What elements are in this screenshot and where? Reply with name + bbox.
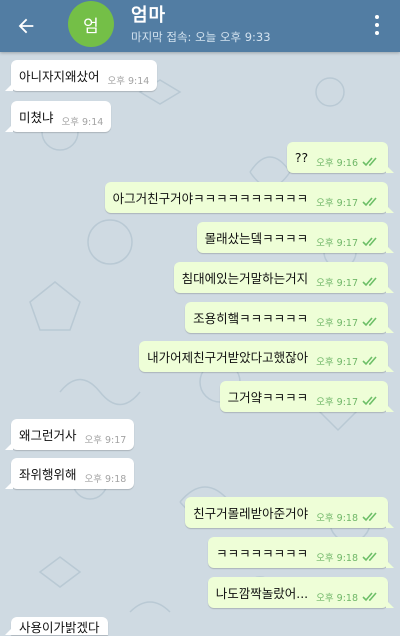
incoming-message[interactable]: 사용이가밝겠다 xyxy=(5,617,108,635)
message-text: 미쳤냐 xyxy=(19,110,54,125)
message-time: 오후 9:17 xyxy=(84,435,127,446)
message-text: ?? xyxy=(294,150,309,165)
message-text: 친구거몰레받아준거야 xyxy=(193,506,309,521)
double-check-icon xyxy=(362,196,380,207)
message-time: 오후 9:18 xyxy=(316,553,358,564)
message-time: 오후 9:16 xyxy=(316,158,358,169)
message-time: 오후 9:18 xyxy=(84,474,127,485)
back-button[interactable] xyxy=(8,8,44,44)
chat-header: 엄 엄마 마지막 접속: 오늘 오후 9:33 xyxy=(0,0,400,52)
message-text: 나도깜짝놀랐어... xyxy=(215,586,309,601)
message-time: 오후 9:17 xyxy=(316,278,358,289)
incoming-message[interactable]: 왜그런거사 오후 9:17 xyxy=(4,419,135,450)
message-text: 그거얔ㅋㅋㅋㅋ xyxy=(227,390,309,405)
more-menu-button[interactable] xyxy=(364,10,390,40)
outgoing-message[interactable]: 나도깜짝놀랐어... 오후 9:18 xyxy=(207,577,395,608)
outgoing-message[interactable]: 친구거몰레받아준거야 오후 9:18 xyxy=(185,497,394,528)
message-time: 오후 9:17 xyxy=(316,198,358,209)
message-text: 왜그런거사 xyxy=(19,428,77,443)
incoming-message[interactable]: 아니자지왜샀어 오후 9:14 xyxy=(4,60,158,91)
message-text: 내가어제친구거받았다고했잖아 xyxy=(147,350,309,365)
avatar-initial: 엄 xyxy=(83,16,99,37)
double-check-icon xyxy=(362,236,380,247)
outgoing-message[interactable]: 내가어제친구거받았다고했잖아 오후 9:17 xyxy=(139,341,394,372)
message-text: 좌위행위해 xyxy=(19,467,77,482)
outgoing-message[interactable]: ?? 오후 9:16 xyxy=(286,142,395,173)
message-text: 조용히햌ㅋㅋㅋㅋㅋㅋ xyxy=(193,311,309,326)
outgoing-message[interactable]: 아그거친구거야ㅋㅋㅋㅋㅋㅋㅋㅋㅋㅋ 오후 9:17 xyxy=(104,182,395,213)
message-time: 오후 9:14 xyxy=(61,117,104,128)
message-text: 아그거친구거야ㅋㅋㅋㅋㅋㅋㅋㅋㅋㅋ xyxy=(112,191,309,206)
double-check-icon xyxy=(362,276,380,287)
message-text: ㅋㅋㅋㅋㅋㅋㅋㅋ xyxy=(216,546,309,561)
outgoing-message[interactable]: 조용히햌ㅋㅋㅋㅋㅋㅋ 오후 9:17 xyxy=(185,302,394,333)
double-check-icon xyxy=(362,355,380,366)
message-time: 오후 9:18 xyxy=(316,513,358,524)
outgoing-message[interactable]: ㅋㅋㅋㅋㅋㅋㅋㅋ 오후 9:18 xyxy=(208,537,394,568)
message-time: 오후 9:14 xyxy=(107,76,150,87)
message-time: 오후 9:17 xyxy=(316,357,358,368)
double-check-icon xyxy=(362,316,380,327)
outgoing-message[interactable]: 침대에있는거말하는거지 오후 9:17 xyxy=(173,262,395,293)
arrow-left-icon xyxy=(18,18,34,34)
double-check-icon xyxy=(362,591,380,602)
message-text: 몰래샀는뎈ㅋㅋㅋㅋ xyxy=(204,231,309,246)
message-text: 아니자지왜샀어 xyxy=(19,69,100,84)
incoming-message[interactable]: 좌위행위해 오후 9:18 xyxy=(4,458,135,489)
message-time: 오후 9:18 xyxy=(316,593,358,604)
avatar[interactable]: 엄 xyxy=(68,1,114,47)
more-vertical-icon xyxy=(375,15,379,19)
double-check-icon xyxy=(362,395,380,406)
message-text: 침대에있는거말하는거지 xyxy=(181,271,309,286)
message-time: 오후 9:17 xyxy=(316,238,358,249)
double-check-icon xyxy=(362,551,380,562)
message-time: 오후 9:17 xyxy=(316,397,358,408)
double-check-icon xyxy=(362,511,380,522)
message-time: 오후 9:17 xyxy=(316,318,358,329)
incoming-message[interactable]: 미쳤냐 오후 9:14 xyxy=(4,101,112,132)
double-check-icon xyxy=(362,156,380,167)
contact-name[interactable]: 엄마 xyxy=(131,1,166,27)
outgoing-message[interactable]: 몰래샀는뎈ㅋㅋㅋㅋ 오후 9:17 xyxy=(196,222,395,253)
outgoing-message[interactable]: 그거얔ㅋㅋㅋㅋ 오후 9:17 xyxy=(219,381,395,412)
last-seen-status: 마지막 접속: 오늘 오후 9:33 xyxy=(131,30,271,44)
